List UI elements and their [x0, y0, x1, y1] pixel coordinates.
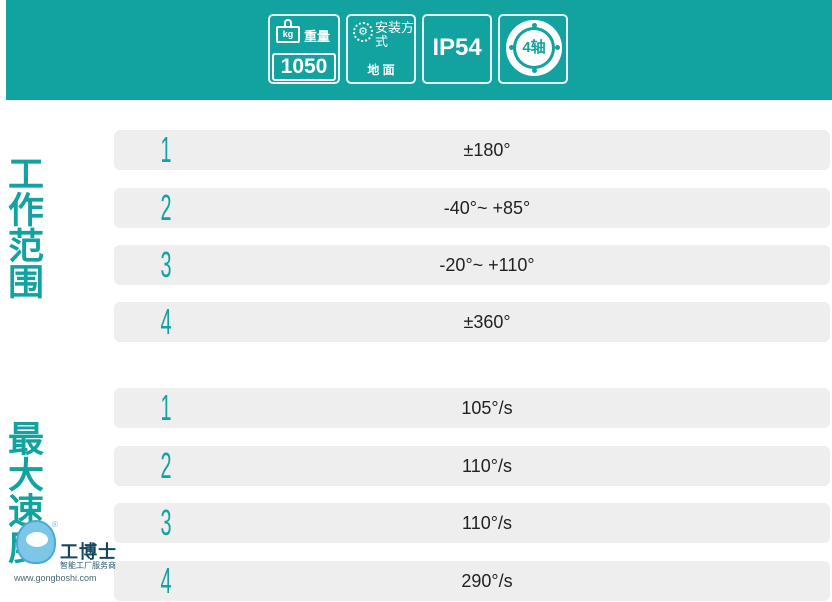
watermark-logo: ® 工博士 智能工厂服务商 www.gongboshi.com: [8, 520, 158, 590]
mounting-spec-card: ⚙ 安装方式 地 面: [346, 14, 416, 84]
working-range-title: 工作范围: [3, 155, 44, 299]
flange-bolt: [555, 45, 560, 50]
speed-value: 110°/s: [462, 456, 512, 476]
max-speed-row: 3 110°/s: [114, 502, 830, 543]
range-value: ±360°: [463, 312, 511, 332]
weight-spec-card: kg 重量 1050: [268, 14, 340, 84]
max-speed-row: 4 290°/s: [114, 560, 830, 601]
range-value: -20°~ +110°: [439, 255, 535, 275]
working-range-row: 3 -20°~ +110°: [114, 244, 830, 285]
mascot-icon: [16, 520, 56, 564]
weight-value: 1050: [272, 53, 336, 81]
weight-icon-handle: [284, 19, 292, 26]
flange-bolt: [509, 45, 514, 50]
speed-value: 110°/s: [462, 513, 512, 533]
mounting-label: 安装方式: [375, 20, 415, 49]
flange-bolt: [532, 23, 537, 28]
max-speed-row: 2 110°/s: [114, 445, 830, 486]
protection-spec-card: IP54: [422, 14, 492, 84]
ip-rating: IP54: [432, 34, 482, 61]
spec-header-band: [6, 0, 832, 100]
working-range-row: 2 -40°~ +85°: [114, 187, 830, 228]
brand-url: www.gongboshi.com: [14, 573, 97, 583]
wrench-icon: ⚙: [353, 22, 373, 42]
working-range-row: 4 ±360°: [114, 301, 830, 342]
range-value: ±180°: [463, 140, 511, 160]
mascot-face-icon: [26, 532, 48, 547]
axis-spec-card: 4轴: [498, 14, 568, 84]
axis-count-label: 4轴: [516, 30, 552, 66]
weight-icon: kg: [276, 26, 300, 43]
registered-mark: ®: [52, 520, 58, 529]
range-value: -40°~ +85°: [443, 198, 531, 218]
working-range-row: 1 ±180°: [114, 129, 830, 170]
speed-value: 105°/s: [461, 398, 513, 418]
speed-value: 290°/s: [461, 571, 513, 591]
mounting-value: 地 面: [367, 63, 395, 77]
brand-subtitle: 智能工厂服务商: [60, 561, 116, 570]
weight-label: 重量: [304, 29, 331, 44]
flange-bolt: [532, 68, 537, 73]
max-speed-row: 1 105°/s: [114, 387, 830, 428]
